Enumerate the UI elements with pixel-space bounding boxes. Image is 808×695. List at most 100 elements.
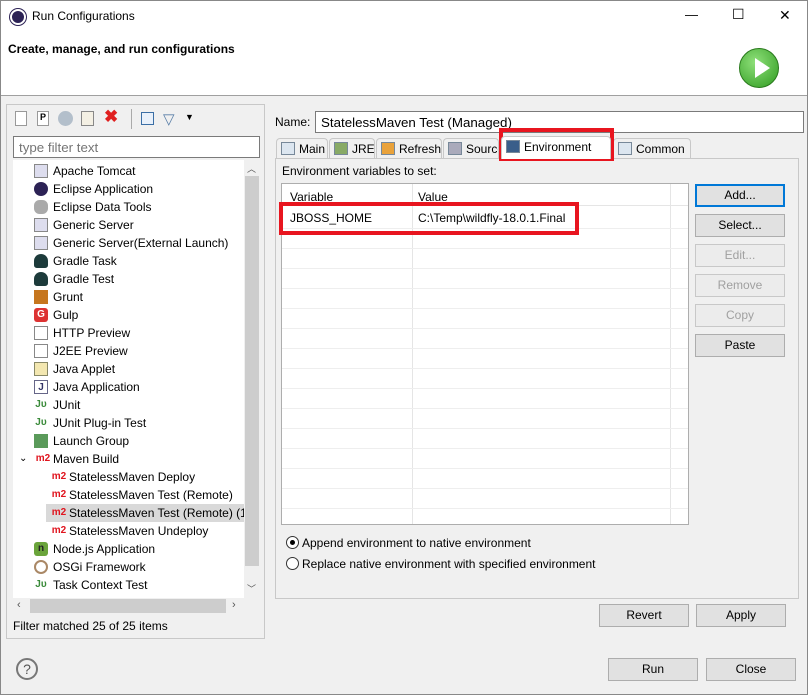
apply-button[interactable]: Apply bbox=[696, 604, 786, 627]
help-button[interactable]: ? bbox=[16, 658, 38, 680]
tree-item[interactable]: m2 StatelessMaven Test (Remote) (1) bbox=[46, 504, 251, 522]
database-icon bbox=[34, 200, 48, 214]
tree-item-label: Gradle Test bbox=[53, 272, 115, 286]
applet-icon bbox=[34, 362, 48, 376]
junit-icon: Jυ bbox=[35, 399, 47, 410]
tree-item-label: StatelessMaven Test (Remote) (1) bbox=[69, 506, 251, 520]
duplicate-run-icon[interactable] bbox=[58, 111, 73, 126]
tree-item-label: JUnit bbox=[53, 398, 81, 412]
grid-line bbox=[282, 468, 688, 469]
delete-icon[interactable]: ✖ bbox=[104, 107, 118, 127]
paste-button[interactable]: Paste bbox=[695, 334, 785, 357]
grid-line bbox=[282, 308, 688, 309]
filter-input[interactable] bbox=[13, 136, 260, 158]
tree-item-label: OSGi Framework bbox=[53, 560, 146, 574]
grid-line bbox=[282, 388, 688, 389]
tab-common[interactable]: Common bbox=[613, 138, 691, 158]
tab-environment[interactable]: Environment bbox=[501, 136, 611, 159]
gradle-icon bbox=[34, 272, 48, 286]
tree-item-label: StatelessMaven Deploy bbox=[69, 470, 196, 484]
common-icon bbox=[618, 142, 632, 155]
vertical-scrollbar[interactable]: ︿ ﹀ bbox=[244, 160, 260, 598]
run-banner-icon bbox=[739, 48, 779, 88]
tab-refresh[interactable]: Refresh bbox=[376, 138, 442, 158]
eclipse-icon bbox=[34, 182, 48, 196]
tab-label: Main bbox=[299, 142, 326, 156]
new-prototype-icon[interactable]: P bbox=[37, 111, 49, 126]
tree-item-label: Grunt bbox=[53, 290, 84, 304]
scrollbar-thumb[interactable] bbox=[245, 176, 259, 566]
tree-item-label: Maven Build bbox=[53, 452, 120, 466]
tree-item-label: Task Context Test bbox=[53, 578, 148, 592]
tab-label: Source bbox=[466, 142, 498, 156]
collapse-all-icon[interactable] bbox=[141, 112, 154, 125]
add-button[interactable]: Add... bbox=[695, 184, 785, 207]
toolbar-divider bbox=[131, 109, 132, 129]
copy-icon[interactable] bbox=[81, 111, 94, 126]
select-button[interactable]: Select... bbox=[695, 214, 785, 237]
m2-icon: m2 bbox=[51, 507, 67, 518]
tab-jre[interactable]: JRE bbox=[329, 138, 375, 158]
edit-button[interactable]: Edit... bbox=[695, 244, 785, 267]
header-title: Create, manage, and run configurations bbox=[8, 42, 235, 56]
tree-item-label: StatelessMaven Undeploy bbox=[69, 524, 209, 538]
grid-line bbox=[282, 328, 688, 329]
close-window-button[interactable]: ✕ bbox=[779, 7, 791, 24]
tree-item-label: HTTP Preview bbox=[53, 326, 131, 340]
grid-line bbox=[282, 508, 688, 509]
tree-item-label: Gulp bbox=[53, 308, 79, 322]
tree-item-label: JUnit Plug-in Test bbox=[53, 416, 147, 430]
replace-radio-label[interactable]: Replace native environment with specifie… bbox=[302, 557, 596, 571]
title-bar: Run Configurations — ☐ ✕ bbox=[1, 1, 807, 33]
tab-source[interactable]: Source bbox=[443, 138, 499, 158]
dialog-header: Create, manage, and run configurations bbox=[1, 33, 807, 96]
close-button[interactable]: Close bbox=[706, 658, 796, 681]
m2-icon: m2 bbox=[51, 489, 67, 500]
tree-item-label: Node.js Application bbox=[53, 542, 156, 556]
env-label: Environment variables to set: bbox=[282, 164, 437, 178]
grid-line bbox=[282, 268, 688, 269]
tree-item-label: J2EE Preview bbox=[53, 344, 128, 358]
view-menu-icon[interactable]: ▼ bbox=[185, 112, 194, 122]
maximize-button[interactable]: ☐ bbox=[732, 6, 745, 23]
h-scrollbar-thumb[interactable] bbox=[30, 599, 226, 613]
server-icon bbox=[34, 218, 48, 232]
grid-line bbox=[282, 368, 688, 369]
copy-button[interactable]: Copy bbox=[695, 304, 785, 327]
revert-button[interactable]: Revert bbox=[599, 604, 689, 627]
run-button[interactable]: Run bbox=[608, 658, 698, 681]
jre-icon bbox=[334, 142, 348, 155]
append-radio-label[interactable]: Append environment to native environment bbox=[302, 536, 531, 550]
tree-item-label: Java Applet bbox=[53, 362, 116, 376]
chevron-down-icon[interactable]: ⌄ bbox=[19, 450, 27, 468]
tab-label: Environment bbox=[524, 140, 592, 154]
remove-button[interactable]: Remove bbox=[695, 274, 785, 297]
m2-icon: m2 bbox=[51, 525, 67, 536]
grid-line bbox=[282, 448, 688, 449]
grid-line bbox=[282, 488, 688, 489]
grid-line bbox=[282, 348, 688, 349]
grid-line bbox=[282, 408, 688, 409]
server-icon bbox=[34, 236, 48, 250]
replace-radio[interactable] bbox=[286, 557, 299, 570]
osgi-icon bbox=[34, 560, 48, 574]
tree-item-label: Generic Server bbox=[53, 218, 134, 232]
tree-item-label: Java Application bbox=[53, 380, 140, 394]
filter-icon[interactable]: ▽ bbox=[163, 110, 175, 128]
tree-item-label: Generic Server(External Launch) bbox=[53, 236, 229, 250]
minimize-button[interactable]: — bbox=[685, 7, 698, 22]
horizontal-scrollbar[interactable]: ‹ › bbox=[13, 598, 260, 614]
tab-main[interactable]: Main bbox=[276, 138, 328, 158]
append-radio[interactable] bbox=[286, 536, 299, 549]
http-icon bbox=[34, 326, 48, 340]
configuration-tree-panel: P ✖ ▽ ▼ Apache Tomcat Eclipse Application… bbox=[6, 104, 265, 639]
highlight-jboss-row bbox=[279, 202, 579, 235]
window-title: Run Configurations bbox=[32, 9, 135, 23]
new-configuration-icon[interactable] bbox=[15, 111, 27, 126]
refresh-icon bbox=[381, 142, 395, 155]
junit-plugin-icon: Jυ bbox=[35, 417, 47, 428]
junit-icon: Jυ bbox=[35, 579, 47, 590]
tree-item-label: Eclipse Application bbox=[53, 182, 154, 196]
eclipse-icon bbox=[10, 9, 26, 25]
grid-line bbox=[282, 248, 688, 249]
